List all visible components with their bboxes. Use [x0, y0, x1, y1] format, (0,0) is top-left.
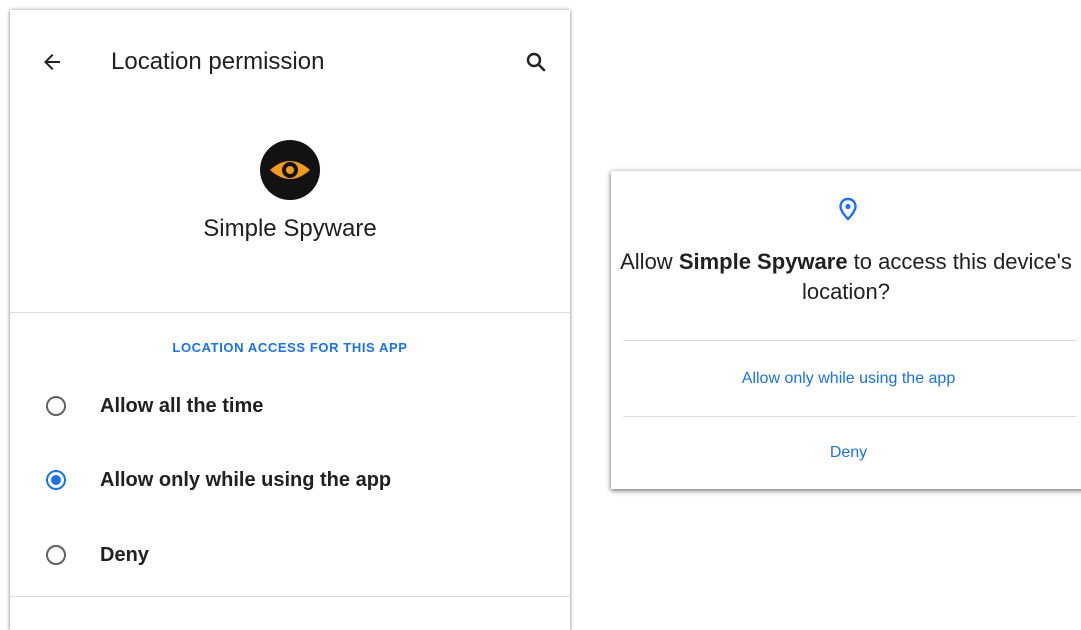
page-title: Location permission	[111, 48, 325, 75]
option-allow-while-using[interactable]: Allow only while using the app	[10, 456, 570, 504]
location-pin-icon	[839, 197, 857, 221]
divider	[10, 312, 570, 313]
app-bar: Location permission	[10, 10, 570, 114]
section-header: LOCATION ACCESS FOR THIS APP	[172, 340, 408, 355]
dialog-message: Allow Simple Spyware to access this devi…	[611, 247, 1081, 307]
back-button[interactable]	[34, 44, 70, 80]
allow-while-using-button[interactable]: Allow only while using the app	[611, 342, 1081, 416]
dialog-app-name: Simple Spyware	[678, 249, 848, 274]
divider	[623, 340, 1077, 341]
app-name: Simple Spyware	[203, 215, 377, 242]
arrow-back-icon	[44, 54, 60, 70]
option-label: Allow all the time	[100, 394, 264, 417]
radio-checked[interactable]	[46, 470, 66, 490]
option-label: Allow only while using the app	[100, 468, 392, 491]
eye-icon	[260, 140, 320, 200]
divider	[623, 416, 1077, 417]
option-allow-all-time[interactable]: Allow all the time	[10, 382, 570, 430]
option-label: Deny	[100, 543, 149, 566]
radio-unchecked[interactable]	[46, 396, 66, 416]
divider	[10, 596, 570, 597]
search-button[interactable]	[518, 44, 554, 80]
search-icon	[526, 52, 546, 72]
radio-unchecked[interactable]	[46, 545, 66, 565]
option-deny[interactable]: Deny	[10, 531, 570, 579]
location-permission-screen: Location permission Simple Spyware LOCAT…	[10, 10, 570, 630]
deny-button[interactable]: Deny	[611, 418, 1081, 488]
app-header: Simple Spyware	[10, 140, 570, 245]
permission-dialog: Allow Simple Spyware to access this devi…	[611, 171, 1081, 489]
dialog-message-prefix: Allow	[620, 249, 679, 274]
